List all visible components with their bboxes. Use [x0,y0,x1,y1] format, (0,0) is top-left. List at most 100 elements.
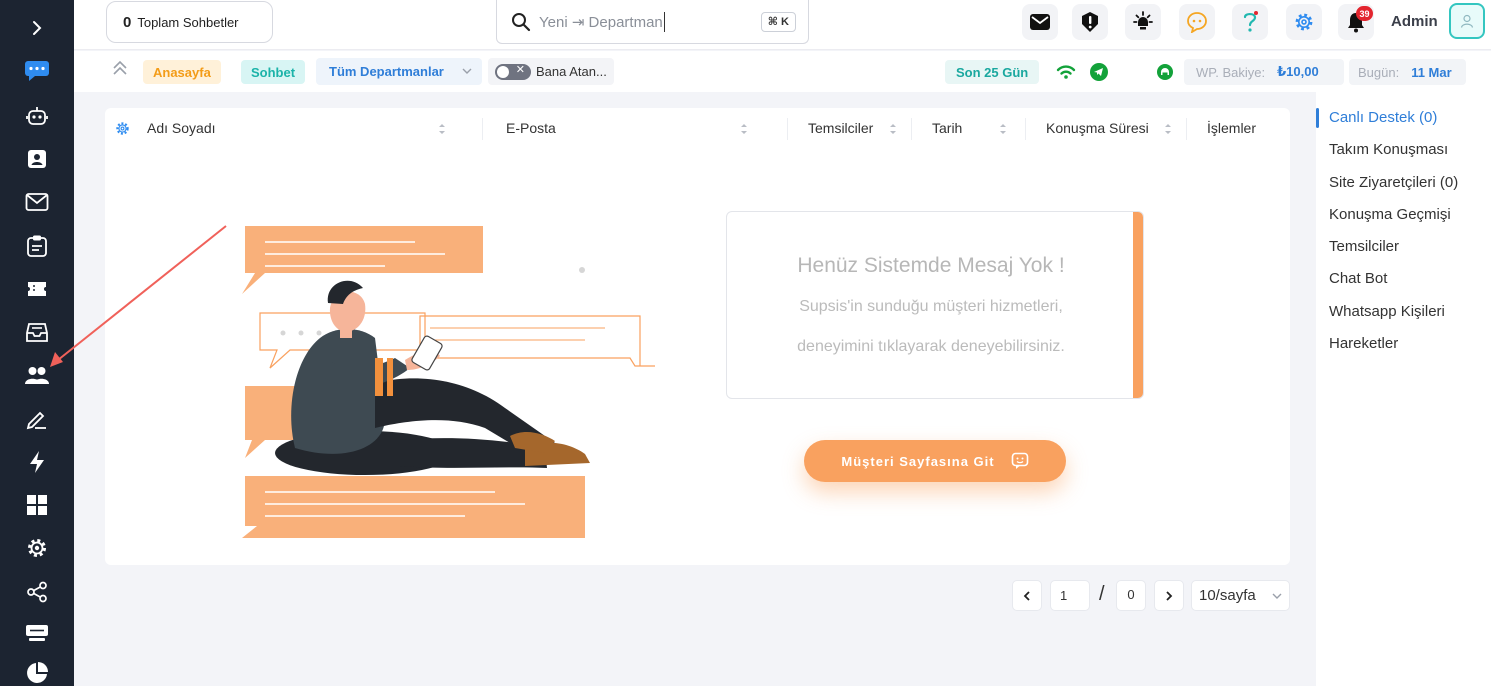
sidebar-item-inbox[interactable] [0,313,74,351]
user-icon [1460,14,1474,28]
total-chats-label: Toplam Sohbetler [137,14,239,30]
wifi-icon [1056,65,1076,79]
theme-toggle-button[interactable] [1125,4,1161,40]
lamp-icon [1133,11,1153,30]
grid-icon [27,495,47,515]
page-size-value: 10/sayfa [1199,587,1256,604]
previous-page-button[interactable] [1012,580,1042,611]
nav-item-whatsapp-contacts[interactable]: Whatsapp Kişileri [1329,303,1445,320]
sidebar-item-automation[interactable] [0,443,74,481]
sidebar-item-notes[interactable] [0,400,74,438]
collapse-icon[interactable] [110,58,130,78]
sidebar-item-devices[interactable] [0,613,74,651]
wp-balance-label: WP. Bakiye: [1196,64,1266,80]
chevron-right-icon [1166,590,1173,601]
nav-item-chat-bot[interactable]: Chat Bot [1329,270,1387,287]
sidebar-item-tickets[interactable] [0,270,74,308]
message-icon [1011,452,1028,469]
page-separator: / [1099,583,1105,605]
connection-status[interactable] [1053,60,1079,84]
gear-icon [1295,13,1313,31]
wp-balance: WP. Bakiye: ₺10,00 [1184,59,1344,85]
page-size-select[interactable]: 10/sayfa [1191,580,1290,611]
column-header-date[interactable]: Tarih [932,120,962,136]
sidebar-item-integrations[interactable] [0,573,74,611]
column-header-email[interactable]: E-Posta [506,120,556,136]
breadcrumb-chat[interactable]: Sohbet [241,60,306,84]
sidebar-item-chat[interactable] [0,52,74,90]
sort-icon[interactable] [740,121,748,137]
today-label: Bugün: [1358,64,1400,80]
user-name[interactable]: Admin [1391,13,1438,30]
today-value: 11 Mar [1411,64,1452,80]
today-date: Bugün: 11 Mar [1349,59,1466,85]
column-header-agents[interactable]: Temsilciler [808,120,873,136]
search-text: Yeni ⇥ Departman [539,13,663,31]
search-input[interactable]: Yeni ⇥ Departman ⌘ K [496,0,809,44]
empty-state-title: Henüz Sistemde Mesaj Yok ! [797,254,1065,277]
settings-button[interactable] [1286,4,1322,40]
users-icon [25,367,49,384]
next-page-button[interactable] [1154,580,1184,611]
alerts-button[interactable] [1072,4,1108,40]
sort-icon[interactable] [889,121,897,137]
page-number-input[interactable]: 1 [1050,580,1090,611]
sidebar-item-dashboard[interactable] [0,486,74,524]
total-chats-box[interactable]: 0 Toplam Sohbetler [106,1,273,43]
column-header-name[interactable]: Adı Soyadı [147,120,216,136]
notifications-button[interactable]: 39 [1338,4,1374,40]
sort-icon[interactable] [438,121,446,137]
sort-icon[interactable] [1164,121,1172,137]
breadcrumb-home[interactable]: Anasayfa [143,60,221,84]
help-button[interactable] [1232,4,1268,40]
notification-count-badge: 39 [1356,6,1373,21]
avatar[interactable] [1449,3,1485,39]
sidebar-item-settings[interactable] [0,529,74,567]
chat-bubble-icon [1187,12,1207,33]
sidebar-item-contacts[interactable] [0,140,74,178]
share-icon [27,581,47,603]
telegram-status[interactable] [1086,60,1112,84]
bolt-icon [30,451,44,473]
table-header: Adı Soyadı E-Posta Temsilciler Tarih Kon… [105,108,1290,150]
total-pages: 0 [1116,580,1146,611]
sidebar-item-tasks[interactable] [0,227,74,265]
empty-state-illustration [242,226,655,538]
column-divider [482,118,483,140]
nav-item-chat-history[interactable]: Konuşma Geçmişi [1329,206,1451,223]
current-page: 1 [1060,588,1068,603]
mail-icon [25,193,49,211]
nav-item-activities[interactable]: Hareketler [1329,335,1398,352]
question-icon [1243,11,1258,32]
column-header-duration[interactable]: Konuşma Süresi [1046,120,1149,136]
department-select[interactable]: Tüm Departmanlar [316,58,482,85]
sub-bar: Anasayfa Sohbet Tüm Departmanlar ✕ Bana … [74,51,1491,92]
pie-chart-icon [27,662,48,683]
empty-state-message: Henüz Sistemde Mesaj Yok ! Supsis'in sun… [726,211,1144,399]
robot-icon [26,107,48,125]
toggle-switch[interactable]: ✕ [495,63,531,80]
nav-item-site-visitors[interactable]: Site Ziyaretçileri (0) [1329,174,1458,191]
assigned-to-me-toggle[interactable]: ✕ Bana Atan... [488,58,614,85]
sidebar-item-customers[interactable] [0,356,74,394]
gear-icon [28,539,46,557]
contact-card-icon [28,150,46,168]
sort-icon[interactable] [999,121,1007,137]
go-to-customer-page-button[interactable]: Müşteri Sayfasına Git [804,440,1066,482]
sidebar-item-reports[interactable] [0,654,74,686]
go-to-customer-page-label: Müşteri Sayfasına Git [841,453,995,469]
table-settings-icon[interactable] [115,121,130,136]
nav-item-agents[interactable]: Temsilciler [1329,238,1399,255]
ticket-icon [28,282,46,296]
sidebar-expand-button[interactable] [0,9,74,47]
whatsapp-status[interactable] [1152,60,1178,84]
feedback-button[interactable] [1179,4,1215,40]
sidebar-item-mail[interactable] [0,183,74,221]
nav-item-team-chat[interactable]: Takım Konuşması [1329,141,1448,158]
column-divider [1186,118,1187,140]
pen-icon [26,411,46,430]
nav-item-live-support[interactable]: Canlı Destek (0) [1329,109,1437,126]
messages-button[interactable] [1022,4,1058,40]
period-filter[interactable]: Son 25 Gün [945,60,1040,84]
sidebar-item-bot[interactable] [0,97,74,135]
